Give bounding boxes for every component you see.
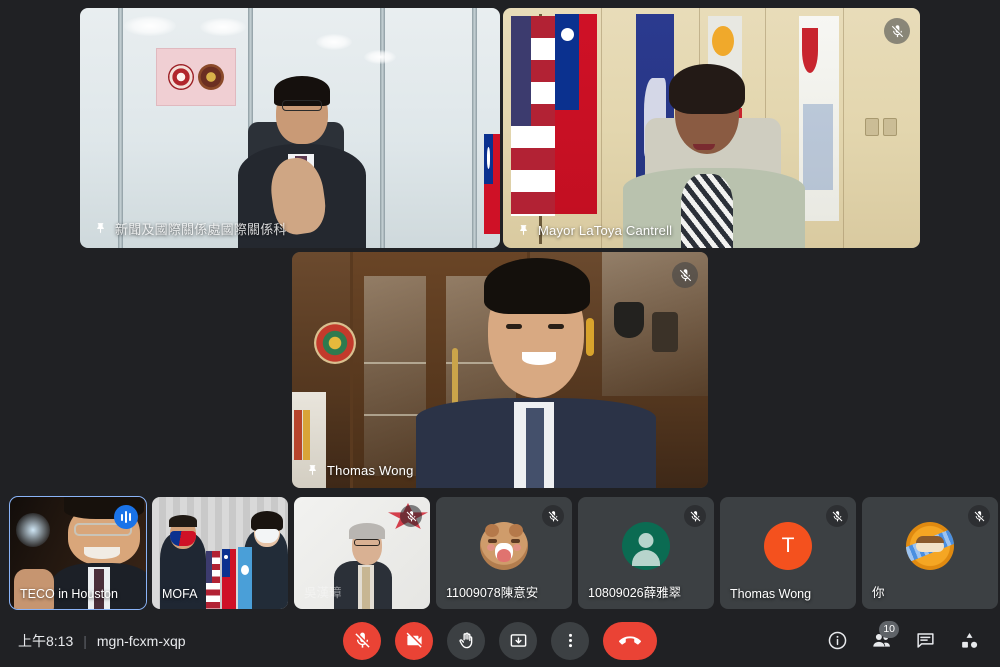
meeting-details-button[interactable] — [820, 624, 854, 658]
filmstrip-tile-chen[interactable]: 11009078陳意安 — [436, 497, 572, 609]
end-call-icon — [619, 635, 641, 645]
mic-off-badge — [672, 262, 698, 288]
mic-off-icon — [832, 510, 842, 521]
participants-button[interactable]: 10 — [864, 620, 899, 658]
participants-count-badge: 10 — [879, 620, 899, 638]
right-toolbar: 10 — [820, 614, 986, 667]
video-feed — [80, 8, 500, 248]
raise-hand-icon — [458, 632, 472, 649]
filmstrip-tile-thomas-wong[interactable]: T Thomas Wong — [720, 497, 856, 609]
video-tile-thomas-wong[interactable]: Thomas Wong — [292, 252, 708, 488]
participant-name: Mayor LaToya Cantrell — [538, 223, 673, 238]
more-vert-icon — [568, 633, 572, 648]
filmstrip-participant-name: MOFA — [162, 587, 198, 601]
activities-icon — [961, 632, 977, 648]
present-screen-icon — [510, 634, 526, 647]
mic-off-icon — [974, 510, 984, 521]
mic-off-badge — [884, 18, 910, 44]
filmstrip-tile-mofa[interactable]: MOFA — [152, 497, 288, 609]
mic-off-icon — [406, 510, 416, 521]
video-feed — [292, 252, 708, 488]
mic-off-badge — [968, 505, 990, 527]
filmstrip-tile-xue[interactable]: 10809026薛雅翠 — [578, 497, 714, 609]
mic-off-icon — [891, 24, 903, 37]
speaking-indicator — [114, 505, 138, 529]
avatar-initial: T — [781, 534, 795, 558]
video-feed — [503, 8, 920, 248]
pin-icon — [306, 463, 319, 478]
chat-button[interactable] — [908, 624, 942, 658]
avatar: T — [764, 522, 812, 571]
filmstrip-participant-name: 10809026薛雅翠 — [588, 586, 682, 600]
filmstrip-participant-name: TECO in Houston — [20, 587, 118, 601]
avatar — [480, 522, 528, 571]
avatar — [622, 522, 670, 571]
mic-off-badge — [826, 505, 848, 527]
participant-name: 新聞及國際關係處國際關係科 — [115, 222, 287, 237]
participant-name-bar: 新聞及國際關係處國際關係科 — [80, 213, 299, 248]
google-meet-window: 新聞及國際關係處國際關係科 Mayor LaToya Cantrell Thom… — [0, 0, 1000, 667]
pin-icon — [94, 221, 107, 236]
mic-off-icon — [548, 510, 558, 521]
mic-off-icon — [690, 510, 700, 521]
present-screen-button[interactable] — [499, 621, 537, 660]
video-off-icon — [406, 632, 422, 648]
participant-name: Thomas Wong — [327, 463, 414, 478]
mic-off-badge — [400, 505, 422, 527]
avatar — [906, 522, 954, 571]
mic-off-icon — [679, 268, 691, 281]
filmstrip-participant-name: 吳漢璋 — [304, 586, 342, 600]
participant-name-bar: Mayor LaToya Cantrell — [503, 217, 684, 248]
pin-icon — [517, 223, 530, 238]
filmstrip-participant-name: Thomas Wong — [730, 587, 812, 601]
raise-hand-button[interactable] — [447, 621, 485, 660]
filmstrip-participant-name: 11009078陳意安 — [446, 586, 539, 600]
activities-button[interactable] — [952, 624, 986, 658]
chat-icon — [916, 633, 934, 648]
participant-filmstrip: TECO in Houston MOFA 吳漢璋 11009078陳意安 108… — [0, 492, 1000, 614]
filmstrip-tile-you[interactable]: 你 — [862, 497, 998, 609]
info-icon — [828, 631, 846, 650]
bottom-toolbar: 上午8:13 | mgn-fcxm-xqp 10 — [0, 614, 1000, 667]
video-tile-tainan[interactable]: 新聞及國際關係處國際關係科 — [80, 8, 500, 248]
filmstrip-participant-name: 你 — [872, 586, 885, 600]
mic-off-badge — [684, 505, 706, 527]
mic-toggle-button[interactable] — [343, 621, 381, 660]
more-options-button[interactable] — [551, 621, 589, 660]
participant-name-bar: Thomas Wong — [292, 457, 426, 488]
filmstrip-tile-teco-in-houston[interactable]: TECO in Houston — [9, 496, 147, 610]
video-tile-mayor[interactable]: Mayor LaToya Cantrell — [503, 8, 920, 248]
mic-off-icon — [354, 632, 370, 648]
filmstrip-tile-wu[interactable]: 吳漢璋 — [294, 497, 430, 609]
video-stage: 新聞及國際關係處國際關係科 Mayor LaToya Cantrell Thom… — [0, 0, 1000, 492]
end-call-button[interactable] — [603, 621, 657, 660]
camera-toggle-button[interactable] — [395, 621, 433, 660]
mic-off-badge — [542, 505, 564, 527]
